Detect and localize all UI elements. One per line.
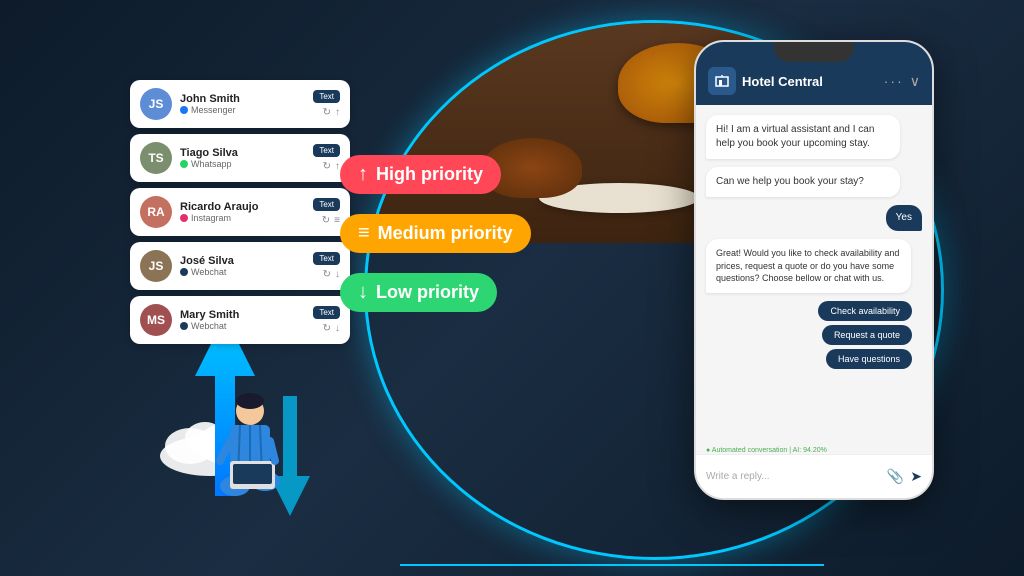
- priority-item-medium-priority: ≡ Medium priority: [340, 214, 531, 253]
- conversation-actions: Text ↻ ↑: [313, 144, 340, 172]
- send-icon[interactable]: ➤: [910, 468, 922, 485]
- hotel-icon: [708, 67, 736, 95]
- check-availability-button[interactable]: Check availability: [818, 301, 912, 321]
- have-questions-button[interactable]: Have questions: [826, 349, 912, 369]
- avatar: JS: [140, 88, 172, 120]
- chat-message-bot-3: Great! Would you like to check availabil…: [706, 239, 911, 293]
- priority-item-high-priority: ↑ High priority: [340, 155, 531, 194]
- chevron-down-icon[interactable]: ∨: [910, 73, 920, 90]
- priority-section: ↑ High priority ≡ Medium priority ↓ Low …: [340, 155, 531, 312]
- action-icons: ↻ ↓: [323, 323, 340, 334]
- tag-button[interactable]: Text: [313, 144, 340, 157]
- attachment-icon[interactable]: 📎: [887, 468, 904, 485]
- tag-button[interactable]: Text: [313, 306, 340, 319]
- source-label: Webchat: [180, 267, 305, 277]
- conversation-item[interactable]: RA Ricardo Araujo Instagram Text ↻ ≡: [130, 188, 350, 236]
- contact-name: José Silva: [180, 255, 305, 267]
- conversation-info: John Smith Messenger: [180, 93, 305, 115]
- avatar: MS: [140, 304, 172, 336]
- priority-indicator-icon: ↓: [335, 323, 340, 334]
- conversation-item[interactable]: JS John Smith Messenger Text ↻ ↑: [130, 80, 350, 128]
- priority-icon: ≡: [358, 222, 370, 245]
- contact-name: Ricardo Araujo: [180, 201, 305, 213]
- conversation-panel: JS John Smith Messenger Text ↻ ↑ TS Tiag…: [130, 80, 350, 344]
- source-icon: [180, 322, 188, 330]
- refresh-icon[interactable]: ↻: [322, 215, 330, 226]
- priority-badge: ≡ Medium priority: [340, 214, 531, 253]
- priority-label: Medium priority: [378, 223, 513, 244]
- conversation-info: Tiago Silva Whatsapp: [180, 147, 305, 169]
- conversation-actions: Text ↻ ↓: [313, 306, 340, 334]
- refresh-icon[interactable]: ↻: [323, 269, 331, 280]
- priority-label: High priority: [376, 164, 483, 185]
- hotel-name: Hotel Central: [742, 74, 823, 89]
- source-icon: [180, 106, 188, 114]
- phone-chat-area: Hi! I am a virtual assistant and I can h…: [696, 105, 932, 421]
- source-icon: [180, 268, 188, 276]
- refresh-icon[interactable]: ↻: [323, 107, 331, 118]
- refresh-icon[interactable]: ↻: [323, 323, 331, 334]
- conversation-actions: Text ↻ ≡: [313, 198, 340, 226]
- source-label: Webchat: [180, 321, 305, 331]
- tag-button[interactable]: Text: [313, 198, 340, 211]
- priority-badge: ↑ High priority: [340, 155, 501, 194]
- action-icons: ↻ ↑: [323, 107, 340, 118]
- phone-header-right: ··· ∨: [884, 73, 920, 90]
- contact-name: John Smith: [180, 93, 305, 105]
- conversation-actions: Text ↻ ↑: [313, 90, 340, 118]
- source-icon: [180, 160, 188, 168]
- request-quote-button[interactable]: Request a quote: [822, 325, 912, 345]
- priority-icon: ↓: [358, 281, 368, 304]
- conversation-item[interactable]: JS José Silva Webchat Text ↻ ↓: [130, 242, 350, 290]
- cyan-line-decoration: [400, 564, 824, 566]
- avatar: RA: [140, 196, 172, 228]
- source-label: Whatsapp: [180, 159, 305, 169]
- phone-mockup: Hotel Central ··· ∨ Hi! I am a virtual a…: [694, 40, 934, 500]
- priority-label: Low priority: [376, 282, 479, 303]
- contact-name: Tiago Silva: [180, 147, 305, 159]
- conversation-item[interactable]: MS Mary Smith Webchat Text ↻ ↓: [130, 296, 350, 344]
- person-illustration: [200, 391, 300, 516]
- source-icon: [180, 214, 188, 222]
- conversation-actions: Text ↻ ↓: [313, 252, 340, 280]
- priority-item-low-priority: ↓ Low priority: [340, 273, 531, 312]
- avatar: TS: [140, 142, 172, 174]
- chat-action-buttons: Check availability Request a quote Have …: [706, 301, 922, 369]
- chat-message-bot-1: Hi! I am a virtual assistant and I can h…: [706, 115, 900, 159]
- action-icons: ↻ ↑: [323, 161, 340, 172]
- source-label: Instagram: [180, 213, 305, 223]
- phone-footer: Write a reply... 📎 ➤: [696, 454, 932, 498]
- reply-input-placeholder[interactable]: Write a reply...: [706, 471, 881, 482]
- priority-badge: ↓ Low priority: [340, 273, 497, 312]
- phone-notch: [774, 42, 854, 62]
- phone-header-left: Hotel Central: [708, 67, 823, 95]
- conversation-info: José Silva Webchat: [180, 255, 305, 277]
- conversation-item[interactable]: TS Tiago Silva Whatsapp Text ↻ ↑: [130, 134, 350, 182]
- conversation-info: Mary Smith Webchat: [180, 309, 305, 331]
- contact-name: Mary Smith: [180, 309, 305, 321]
- tag-button[interactable]: Text: [313, 90, 340, 103]
- source-label: Messenger: [180, 105, 305, 115]
- automated-conversation-label: ● Automated conversation | AI: 94.20%: [706, 447, 827, 454]
- priority-indicator-icon: ↑: [335, 107, 340, 118]
- avatar: JS: [140, 250, 172, 282]
- menu-dots-icon[interactable]: ···: [884, 73, 904, 89]
- priority-icon: ↑: [358, 163, 368, 186]
- chat-message-user-1: Yes: [886, 205, 922, 231]
- refresh-icon[interactable]: ↻: [323, 161, 331, 172]
- chat-message-bot-2: Can we help you book your stay?: [706, 167, 900, 197]
- action-icons: ↻ ↓: [323, 269, 340, 280]
- tag-button[interactable]: Text: [313, 252, 340, 265]
- conversation-info: Ricardo Araujo Instagram: [180, 201, 305, 223]
- action-icons: ↻ ≡: [322, 215, 340, 226]
